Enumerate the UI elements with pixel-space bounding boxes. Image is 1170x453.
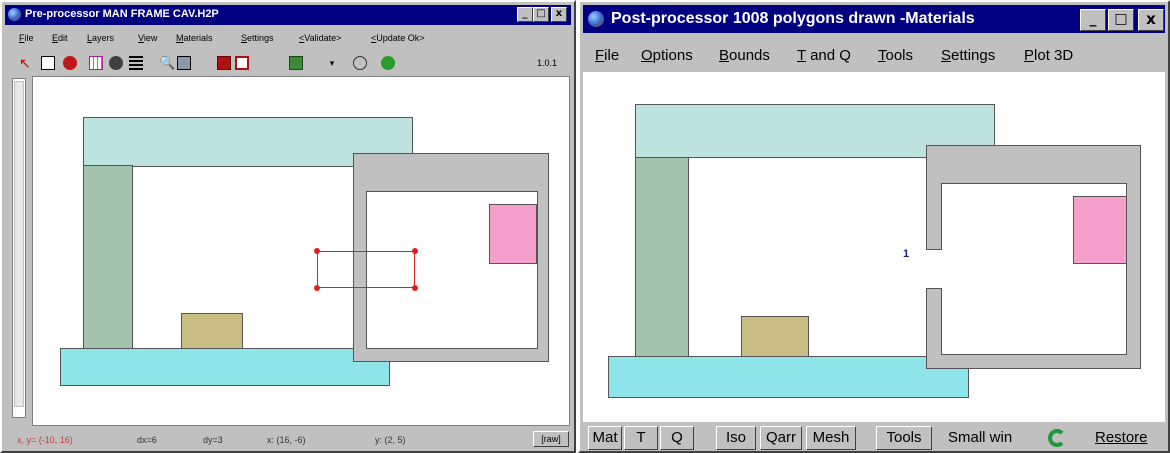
menu-tools[interactable]: Tools: [878, 47, 913, 64]
grid-icon[interactable]: [89, 56, 103, 70]
selection-handle[interactable]: [412, 285, 418, 291]
minimize-button[interactable]: _: [517, 7, 533, 22]
selection-handle[interactable]: [412, 248, 418, 254]
refresh-icon[interactable]: [381, 56, 395, 70]
vertical-scrollbar[interactable]: [12, 78, 26, 418]
post-drawing-canvas[interactable]: 1: [583, 72, 1165, 422]
opening-edge-bottom: [926, 288, 942, 289]
iso-button[interactable]: Iso: [716, 426, 756, 450]
q-button[interactable]: Q: [660, 426, 694, 450]
close-button[interactable]: x: [1138, 9, 1164, 31]
mat-button[interactable]: Mat: [588, 426, 622, 450]
t-button[interactable]: T: [624, 426, 658, 450]
small-win-label[interactable]: Small win: [948, 429, 1012, 446]
qarr-button[interactable]: Qarr: [760, 426, 802, 450]
material-small-block[interactable]: [181, 313, 243, 349]
fill-material-icon[interactable]: [217, 56, 231, 70]
menu-file[interactable]: File: [19, 33, 34, 43]
refresh-icon[interactable]: [1048, 429, 1066, 447]
node-marker: 1: [903, 248, 910, 260]
tools-button[interactable]: Tools: [876, 426, 932, 450]
selection-handle[interactable]: [314, 248, 320, 254]
material-small-block[interactable]: [741, 316, 809, 357]
material-base-slab[interactable]: [608, 356, 969, 398]
menu-t-and-q[interactable]: T and Q: [797, 47, 851, 64]
menu-view[interactable]: View: [138, 33, 157, 43]
maximize-button[interactable]: □: [533, 7, 549, 22]
save-icon[interactable]: [289, 56, 303, 70]
menu-file[interactable]: File: [595, 47, 619, 64]
rectangle-icon[interactable]: [41, 56, 55, 70]
pre-processor-window: Pre-processor MAN FRAME CAV.H2P _ □ x Fi…: [0, 0, 576, 453]
maximize-button[interactable]: □: [1108, 9, 1134, 31]
selection-handle[interactable]: [314, 285, 320, 291]
app-icon: [8, 8, 21, 21]
menu-settings[interactable]: Settings: [241, 33, 274, 43]
zoom-icon[interactable]: 🔍: [159, 56, 175, 70]
menu-bounds[interactable]: Bounds: [719, 47, 770, 64]
menu-edit[interactable]: Edit: [52, 33, 68, 43]
menu-layers[interactable]: Layers: [87, 33, 114, 43]
pre-drawing-canvas[interactable]: [32, 76, 570, 426]
material-left-column[interactable]: [83, 165, 133, 349]
mesh-icon[interactable]: [129, 56, 143, 70]
material-left-column[interactable]: [635, 157, 689, 357]
minimize-button[interactable]: _: [1080, 9, 1106, 31]
pre-toolbar: ↖ 🔍 ▾ 1.0.1: [5, 53, 571, 73]
pre-title-bar[interactable]: Pre-processor MAN FRAME CAV.H2P _ □ x: [5, 5, 571, 25]
close-button[interactable]: x: [551, 7, 567, 22]
scroll-thumb[interactable]: [14, 81, 24, 407]
status-dy: dy=3: [203, 435, 223, 445]
material-base-slab[interactable]: [60, 348, 390, 386]
material-pink-block[interactable]: [1073, 196, 1127, 264]
app-icon: [588, 11, 604, 27]
restore-button[interactable]: Restore: [1095, 429, 1148, 446]
menu-settings[interactable]: Settings: [941, 47, 995, 64]
menu-plot-3d[interactable]: Plot 3D: [1024, 47, 1073, 64]
copy-material-icon[interactable]: [235, 56, 249, 70]
status-dx: dx=6: [137, 435, 157, 445]
pre-menu-bar: File Edit Layers View Materials Settings…: [5, 33, 571, 47]
toolbar-version: 1.0.1: [537, 58, 558, 68]
polygon-icon[interactable]: [63, 56, 77, 70]
mesh-button[interactable]: Mesh: [806, 426, 856, 450]
menu-update-ok[interactable]: <Update Ok>: [371, 33, 425, 43]
clock-icon[interactable]: [353, 56, 367, 70]
menu-materials[interactable]: Materials: [176, 33, 213, 43]
status-x-range: x: (16, -6): [267, 435, 306, 445]
pre-title: Pre-processor MAN FRAME CAV.H2P: [25, 8, 219, 20]
view-window-icon[interactable]: [177, 56, 191, 70]
material-pink-block[interactable]: [489, 204, 537, 264]
select-arrow-icon[interactable]: ↖: [19, 56, 33, 70]
selection-rectangle[interactable]: [317, 251, 415, 288]
cavity-opening: [923, 250, 943, 288]
opening-edge-top: [926, 249, 942, 250]
post-menu-bar: File Options Bounds T and Q Tools Settin…: [583, 47, 1165, 67]
status-y-range: y: (2, 5): [375, 435, 406, 445]
status-coordinates: x, y= (-10, 16): [17, 435, 73, 445]
pre-status-bar: x, y= (-10, 16) dx=6 dy=3 x: (16, -6) y:…: [5, 430, 571, 450]
raw-button[interactable]: [raw]: [533, 431, 569, 447]
post-processor-window: Post-processor 1008 polygons drawn -Mate…: [578, 0, 1170, 453]
menu-options[interactable]: Options: [641, 47, 693, 64]
post-title-bar[interactable]: Post-processor 1008 polygons drawn -Mate…: [583, 5, 1165, 33]
menu-validate[interactable]: <Validate>: [299, 33, 341, 43]
post-title: Post-processor 1008 polygons drawn -Mate…: [611, 10, 975, 27]
node-icon[interactable]: [109, 56, 123, 70]
dropdown-arrow-icon[interactable]: ▾: [325, 56, 339, 70]
